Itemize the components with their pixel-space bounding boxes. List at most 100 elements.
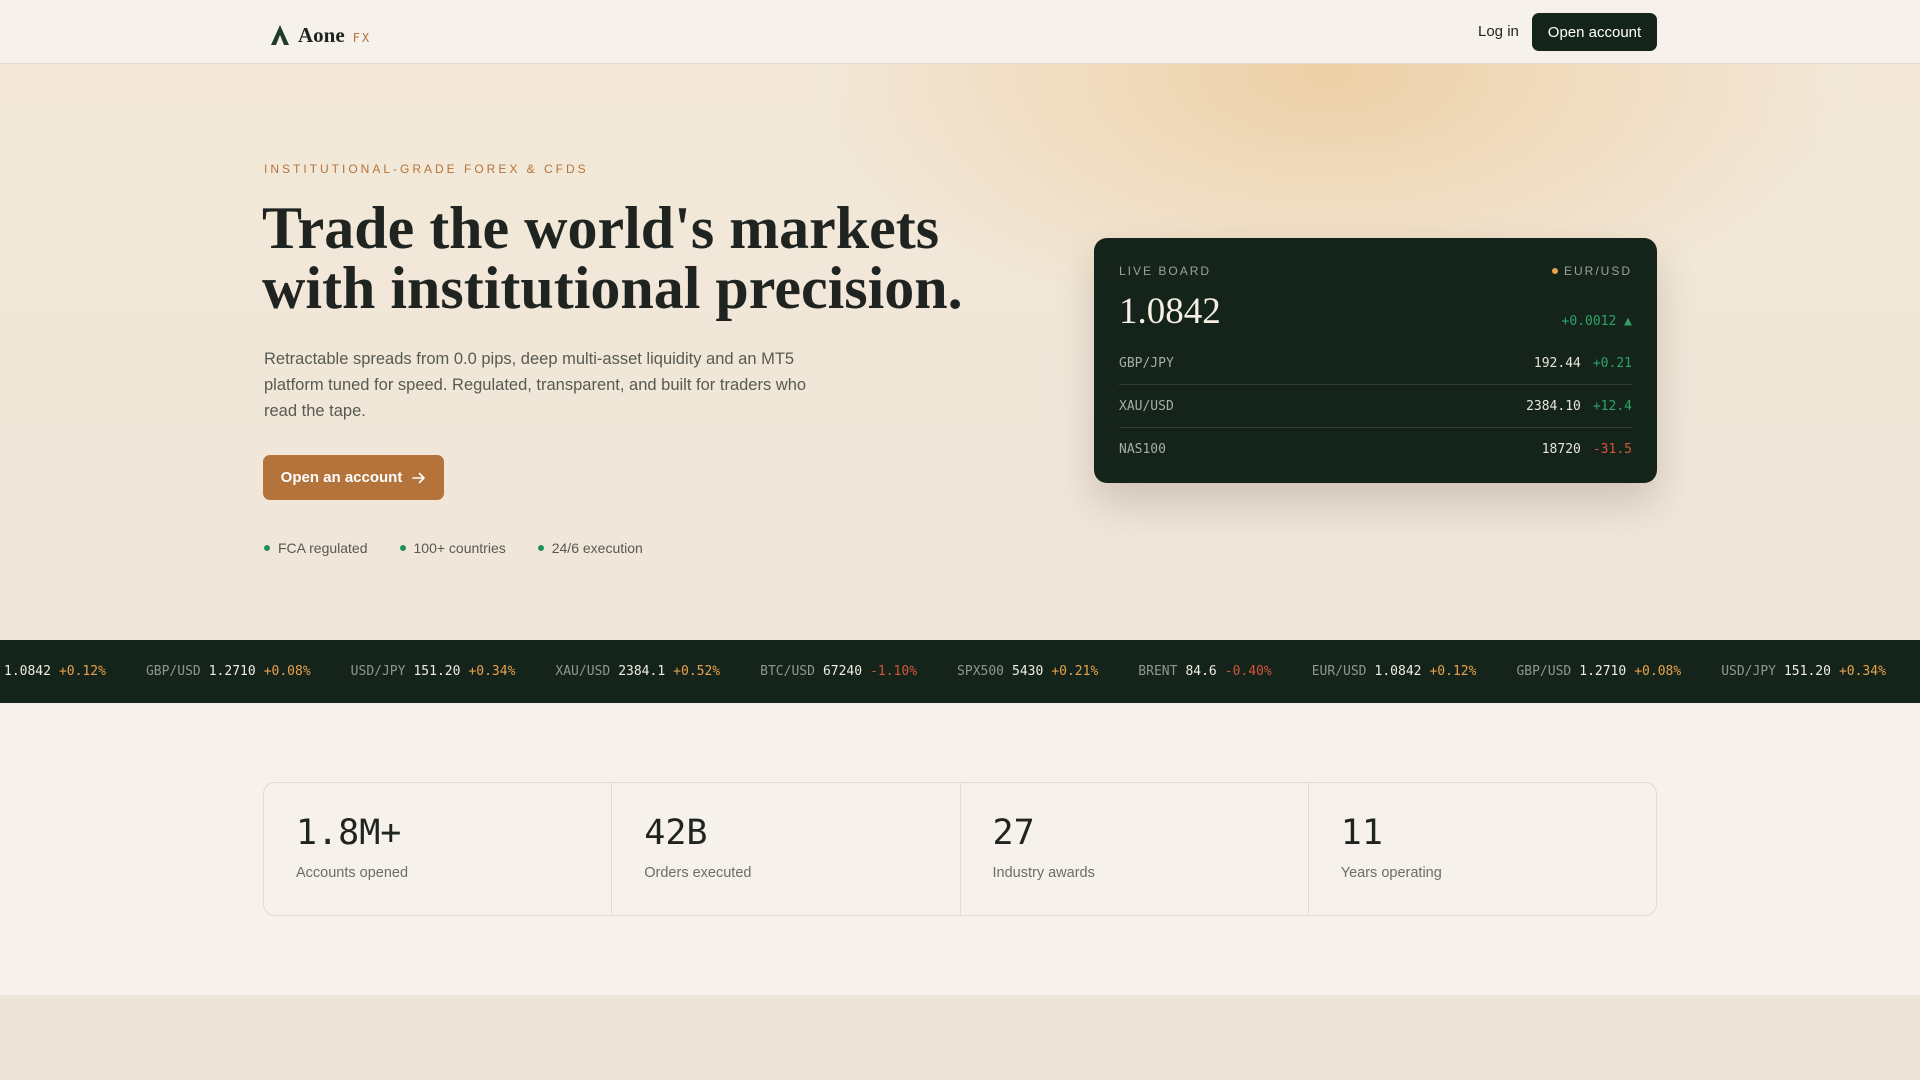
ticker-symbol: BTC/USD (760, 664, 815, 679)
trust-label: 24/6 execution (551, 540, 643, 556)
live-dot-icon (1551, 268, 1558, 274)
brand-logo[interactable]: Aone FX (270, 20, 371, 48)
ticker-item[interactable]: BRENT 84.6 -0.40% (1138, 664, 1271, 679)
board-change: +0.0012 ▲ (1561, 314, 1632, 329)
ticker-track: 1.0842 +0.12% GBP/USD 1.2710 +0.08% USD/JPY… (4, 664, 1920, 679)
board-label: LIVE BOARD (1119, 264, 1212, 278)
ticker-value: 151.20 (413, 664, 461, 679)
ticker-item[interactable]: GBP/USD 1.2710 +0.08% (146, 664, 311, 679)
ticker-value: 1.2710 (1579, 664, 1627, 679)
ticker-change: +0.12% (58, 664, 106, 679)
stat-label: Orders executed (644, 865, 752, 881)
ticker-symbol: SPX500 (957, 664, 1005, 679)
open-account-button[interactable]: Open account (1532, 13, 1657, 51)
ticker-change: +0.34% (1838, 664, 1886, 679)
ticker-value: 1.0842 (1374, 664, 1422, 679)
ticker-symbol: USD/JPY (1721, 664, 1776, 679)
board-pair-label: EUR/USD (1563, 264, 1632, 278)
ticker-item[interactable]: XAU/USD 2384.1 +0.52% (555, 664, 720, 679)
trust-item: 100+ countries (399, 540, 506, 556)
ticker-symbol: GBP/USD (145, 664, 201, 679)
next-section-band (0, 995, 1920, 1080)
stat-label: Industry awards (992, 865, 1095, 881)
row-symbol: XAU/USD (1119, 398, 1174, 414)
ticker-value: 1.2710 (208, 664, 256, 679)
hero-subtext: Retractable spreads from 0.0 pips, deep … (264, 350, 807, 420)
ticker-change: -1.10% (870, 664, 918, 679)
brand-name: Aone (298, 23, 345, 47)
brand-suffix: FX (352, 31, 372, 45)
ticker-value: 2384.1 (618, 664, 666, 679)
ticker-value: 5430 (1012, 664, 1044, 679)
stat-value: 42B (644, 813, 708, 853)
ticker-symbol: XAU/USD (555, 664, 611, 679)
arrow-right-icon (412, 472, 426, 483)
status-dot-icon (537, 545, 544, 551)
ticker-change: +0.08% (1634, 664, 1682, 679)
row-change: -31.5 (1592, 442, 1632, 457)
ticker-item[interactable]: EUR/USD 1.0842 +0.12% (1312, 664, 1477, 679)
stat-card: 11 Years operating (1309, 783, 1656, 915)
cta-label: Open an account (280, 469, 403, 486)
stat-label: Years operating (1340, 865, 1442, 881)
stat-value: 1.8M+ (296, 813, 402, 853)
row-value: 2384.10 (1526, 398, 1581, 414)
ticker-item[interactable]: USD/JPY 151.20 +0.34% (1721, 664, 1886, 679)
row-symbol: GBP/JPY (1119, 355, 1174, 371)
hero-headline: Trade the world's markets with instituti… (262, 198, 1062, 318)
trust-label: 100+ countries (413, 540, 506, 556)
ticker-item[interactable]: 1.0842 +0.12% (4, 664, 106, 679)
trust-badges: FCA regulated 100+ countries 24/6 execut… (264, 540, 643, 556)
headline-line-2: with institutional precision. (262, 255, 963, 321)
stat-value: 27 (992, 813, 1035, 853)
ticker-symbol: BRENT (1138, 664, 1178, 679)
top-nav: Aone FX Log in Open account (0, 0, 1920, 64)
trust-label: FCA regulated (278, 540, 368, 556)
ticker-item[interactable]: SPX500 5430 +0.21% (957, 664, 1098, 679)
ticker-value: 1.0842 (4, 664, 51, 679)
ticker-symbol: EUR/USD (1311, 664, 1367, 679)
ticker-value: 67240 (822, 664, 863, 679)
market-ticker: 1.0842 +0.12% GBP/USD 1.2710 +0.08% USD/JPY… (0, 640, 1920, 703)
login-link[interactable]: Log in (1478, 23, 1519, 40)
ticker-change: -0.40% (1224, 664, 1272, 679)
ticker-change: +0.21% (1051, 664, 1099, 679)
board-rows: GBP/JPY 192.44 +0.21 XAU/USD 2384.10 +12.4… (1119, 342, 1632, 471)
stat-card: 42B Orders executed (612, 783, 961, 915)
ticker-change: +0.52% (673, 664, 721, 679)
stat-card: 1.8M+ Accounts opened (264, 783, 613, 915)
ticker-change: +0.12% (1429, 664, 1477, 679)
board-price: 1.0842 (1119, 291, 1221, 332)
ticker-item[interactable]: USD/JPY 151.20 +0.34% (351, 664, 516, 679)
live-board-card: LIVE BOARD EUR/USD 1.0842 +0.0012 ▲ GBP/… (1094, 238, 1657, 483)
ticker-value: 84.6 (1185, 664, 1217, 679)
board-pair: EUR/USD (1551, 264, 1632, 278)
ticker-symbol: GBP/USD (1516, 664, 1572, 679)
board-row[interactable]: NAS100 18720 -31.5 (1119, 428, 1632, 471)
hero-eyebrow: INSTITUTIONAL-GRADE FOREX & CFDS (264, 162, 589, 176)
logo-mark-icon (271, 25, 289, 45)
row-value: 18720 (1541, 442, 1581, 457)
stat-value: 11 (1340, 813, 1383, 853)
ticker-item[interactable]: GBP/USD 1.2710 +0.08% (1516, 664, 1681, 679)
ticker-symbol: USD/JPY (350, 664, 406, 679)
trust-item: FCA regulated (264, 540, 368, 556)
stat-label: Accounts opened (296, 865, 409, 881)
ticker-change: +0.34% (468, 664, 516, 679)
row-change: +12.4 (1592, 398, 1632, 414)
board-row[interactable]: GBP/JPY 192.44 +0.21 (1119, 342, 1632, 385)
ticker-value: 151.20 (1783, 664, 1831, 679)
row-value: 192.44 (1533, 355, 1581, 371)
stat-card: 27 Industry awards (961, 783, 1309, 915)
ticker-item[interactable]: BTC/USD 67240 -1.10% (760, 664, 917, 679)
row-symbol: NAS100 (1119, 442, 1166, 457)
open-an-account-button[interactable]: Open an account (263, 455, 444, 500)
ticker-change: +0.08% (263, 664, 311, 679)
status-dot-icon (399, 545, 406, 551)
trust-item: 24/6 execution (537, 540, 643, 556)
row-change: +0.21 (1592, 355, 1632, 371)
headline-line-1: Trade the world's markets (262, 195, 940, 261)
stats-panel: 1.8M+ Accounts opened 42B Orders execute… (263, 782, 1657, 916)
board-row[interactable]: XAU/USD 2384.10 +12.4 (1119, 385, 1632, 428)
hero-section: INSTITUTIONAL-GRADE FOREX & CFDS Trade t… (0, 64, 1920, 640)
